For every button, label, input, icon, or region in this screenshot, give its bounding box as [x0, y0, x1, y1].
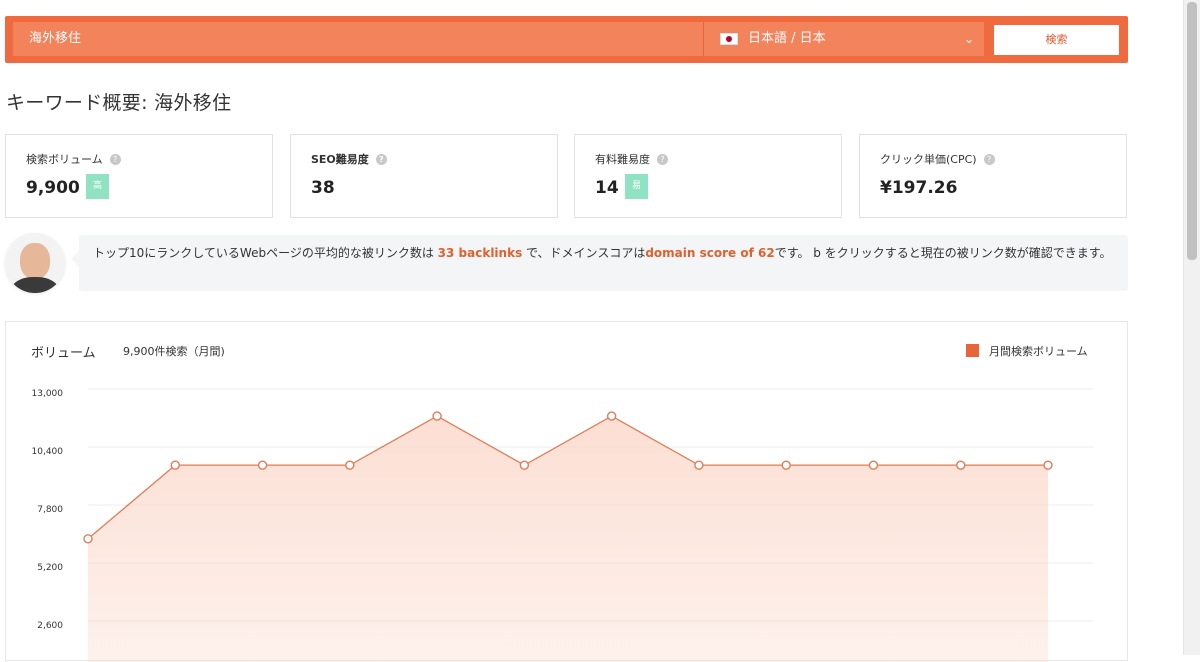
help-icon[interactable]: ? — [375, 154, 387, 165]
data-point — [257, 460, 268, 470]
y-tick-label: 2,600 — [37, 621, 63, 631]
help-icon[interactable]: ? — [983, 154, 995, 165]
metric-value: 38 — [311, 178, 335, 198]
language-select[interactable]: 日本語 / 日本 ⌄ — [703, 22, 984, 56]
volume-chart: 13,000 10,400 7,800 5,200 2,600 — [32, 388, 1093, 662]
data-point — [83, 534, 93, 544]
data-point — [345, 460, 355, 470]
page-title: キーワード概要: 海外移住 — [6, 92, 232, 114]
avatar — [5, 233, 65, 293]
data-point — [781, 460, 791, 470]
chart-title: ボリューム — [31, 346, 96, 361]
metric-value: ¥197.26 — [880, 178, 958, 198]
data-point — [170, 460, 180, 470]
metric-label-text: SEO難易度 — [311, 153, 369, 166]
metric-value: 14 — [595, 178, 619, 198]
advice-message: トップ10にランクしているWebページの平均的な被リンク数は 33 backli… — [71, 235, 1128, 291]
data-point — [606, 411, 617, 421]
advice-text-3: です。 b をクリックすると現在の被リンク数が確認できます。 — [774, 246, 1112, 260]
level-badge: 高 — [86, 174, 109, 199]
y-tick-label: 5,200 — [37, 563, 63, 573]
metric-label: 検索ボリューム? — [26, 151, 121, 167]
chart-legend[interactable]: 月間検索ボリューム — [966, 343, 1088, 359]
legend-swatch — [966, 344, 979, 357]
backlinks-count: 33 backlinks — [437, 246, 523, 260]
avatar-shirt — [11, 277, 59, 293]
domain-score: domain score of 62 — [645, 246, 775, 260]
search-button[interactable]: 検索 — [994, 25, 1119, 55]
metric-label: SEO難易度? — [311, 151, 387, 167]
avatar-face — [20, 243, 50, 279]
advice-text-1: トップ10にランクしているWebページの平均的な被リンク数は — [93, 246, 438, 260]
search-bar: 海外移住 日本語 / 日本 ⌄ 検索 — [5, 16, 1128, 63]
metric-label-text: 有料難易度 — [595, 153, 650, 166]
scrollbar-thumb[interactable] — [1187, 2, 1197, 260]
data-point — [519, 460, 530, 470]
data-point — [868, 460, 879, 470]
metric-card-paid-difficulty: 有料難易度? 14 易 — [574, 134, 842, 218]
help-icon[interactable]: ? — [657, 154, 668, 165]
y-tick-label: 13,000 — [32, 389, 64, 399]
data-point — [1043, 460, 1053, 470]
advice-text-2: で、ドメインスコアは — [522, 246, 646, 260]
y-tick-label: 10,400 — [32, 447, 64, 457]
volume-chart-panel: 13,000 10,400 7,800 5,200 2,600 ボリューム 9,900件… — [5, 321, 1128, 662]
y-tick-label: 7,800 — [37, 505, 63, 515]
japan-flag-icon — [720, 33, 738, 45]
language-label: 日本語 / 日本 — [748, 31, 826, 46]
help-icon[interactable]: ? — [109, 154, 121, 165]
page-scrollbar[interactable] — [1183, 0, 1200, 655]
keyword-input[interactable]: 海外移住 — [13, 22, 703, 56]
metric-label: クリック単価(CPC)? — [880, 151, 995, 167]
metric-label: 有料難易度? — [595, 151, 668, 167]
metric-card-seo-difficulty: SEO難易度? 38 — [290, 134, 558, 218]
metric-label-text: 検索ボリューム — [26, 153, 103, 166]
series-area — [88, 416, 1048, 662]
level-badge: 易 — [625, 174, 648, 199]
metric-value: 9,900 — [26, 178, 80, 198]
data-point — [432, 411, 442, 421]
data-point — [956, 460, 966, 470]
metric-card-search-volume: 検索ボリューム? 9,900 高 — [5, 134, 273, 218]
legend-label: 月間検索ボリューム — [989, 345, 1088, 358]
metric-label-text: クリック単価(CPC) — [880, 153, 977, 166]
chevron-down-icon: ⌄ — [963, 32, 974, 46]
chart-subtitle: 9,900件検索（月間) — [123, 345, 225, 358]
data-point — [694, 460, 704, 470]
metric-card-cpc: クリック単価(CPC)? ¥197.26 — [859, 134, 1127, 218]
